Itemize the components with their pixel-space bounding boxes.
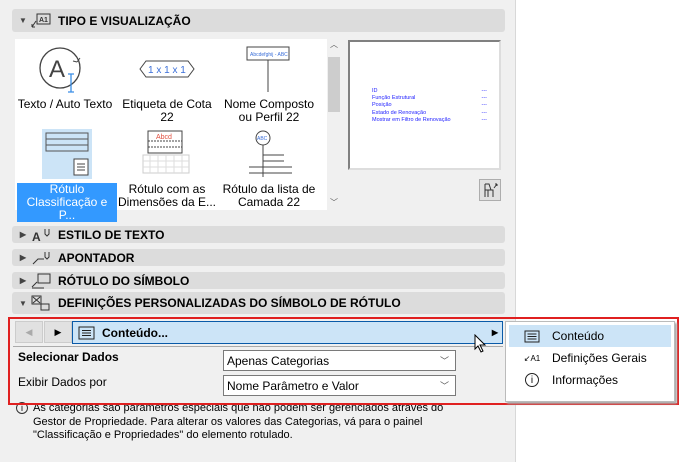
dimensions-label-icon: Abcd — [142, 130, 190, 174]
section-title: DEFINIÇÕES PERSONALIZADAS DO SÍMBOLO DE … — [58, 296, 401, 310]
gallery-item-label: Etiqueta de Cota 22 — [122, 97, 212, 124]
gallery-item-rotulo-dimensoes[interactable]: Abcd Rótulo com as Dimensões da E... — [117, 127, 217, 209]
general-settings-icon: ↙A1 — [523, 353, 541, 363]
section-estilo-header[interactable]: ▶ A ESTILO DE TEXTO — [12, 226, 505, 243]
gallery-item-etiqueta-cota[interactable]: 1 x 1 x 1 Etiqueta de Cota 22 — [117, 42, 217, 124]
label-type-icon: A1 — [31, 13, 51, 27]
composite-name-icon: Abcdefghij - ABC — [246, 46, 290, 92]
text-style-icon: A — [32, 228, 50, 243]
menu-item-informacoes[interactable]: i Informações — [506, 369, 674, 391]
gallery-item-rotulo-classificacao[interactable]: Rótulo Classificação e P... — [17, 127, 117, 222]
gallery-item-label: Texto / Auto Texto — [17, 97, 113, 111]
gallery-scrollbar[interactable]: ︿ ﹀ — [328, 39, 340, 210]
info-icon: i — [518, 373, 546, 387]
section-tipo-header[interactable]: ▼ A1 TIPO E VISUALIZAÇÃO — [12, 9, 505, 32]
expand-triangle-icon: ▼ — [19, 298, 27, 308]
menu-item-label: Informações — [552, 373, 619, 387]
gallery-item-texto[interactable]: A Texto / Auto Texto — [15, 42, 115, 111]
section-title: RÓTULO DO SÍMBOLO — [58, 273, 190, 288]
section-apontador-header[interactable]: ▶ APONTADOR — [12, 249, 505, 266]
section-title: ESTILO DE TEXTO — [58, 227, 165, 242]
layer-list-label-icon: ABC — [249, 130, 292, 177]
list-icon — [518, 330, 546, 343]
collapsed-triangle-icon: ▶ — [19, 276, 27, 285]
page-selector-popup-menu: Conteúdo ↙A1 Definições Gerais i Informa… — [505, 321, 675, 402]
svg-text:A1: A1 — [39, 17, 48, 24]
svg-text:Abcdefghij - ABC: Abcdefghij - ABC — [250, 52, 288, 58]
section-title: TIPO E VISUALIZAÇÃO — [58, 13, 191, 28]
svg-text:ABC: ABC — [257, 136, 268, 142]
label-type-gallery: A Texto / Auto Texto 1 x 1 x 1 Etiqueta … — [15, 39, 327, 222]
dimension-tag-icon: 1 x 1 x 1 — [139, 60, 195, 78]
gallery-item-label: Rótulo Classificação e P... — [17, 183, 117, 222]
menu-item-label: Definições Gerais — [552, 351, 647, 365]
menu-item-conteudo[interactable]: Conteúdo — [509, 325, 671, 347]
scrollbar-thumb[interactable] — [328, 57, 340, 112]
svg-text:A: A — [49, 56, 65, 83]
pointer-icon — [32, 251, 50, 264]
collapsed-triangle-icon: ▶ — [19, 253, 27, 262]
classification-label-icon — [42, 129, 92, 179]
menu-item-definicoes-gerais[interactable]: ↙A1 Definições Gerais — [506, 347, 674, 369]
gallery-item-rotulo-camada[interactable]: ABC Rótulo da lista de Camada 22 — [219, 127, 319, 209]
section-definicoes-header[interactable]: ▼ DEFINIÇÕES PERSONALIZADAS DO SÍMBOLO DE… — [12, 292, 505, 314]
scroll-down-icon[interactable]: ﹀ — [328, 197, 340, 208]
expand-triangle-icon: ▼ — [19, 16, 27, 25]
collapsed-triangle-icon: ▶ — [19, 230, 27, 239]
auto-text-icon: A — [39, 47, 81, 93]
preview-options-button[interactable] — [479, 179, 501, 201]
gallery-item-label: Rótulo com as Dimensões da E... — [117, 182, 217, 209]
gallery-item-label: Rótulo da lista de Camada 22 — [222, 182, 316, 209]
section-rotulo-simbolo-header[interactable]: ▶ RÓTULO DO SÍMBOLO — [12, 272, 505, 289]
svg-text:Abcd: Abcd — [156, 134, 172, 141]
scroll-up-icon[interactable]: ︿ — [328, 39, 340, 50]
info-text: As categorias são parâmetros especiais q… — [33, 402, 444, 441]
info-note: i As categorias são parâmetros especiais… — [16, 402, 460, 443]
menu-item-label: Conteúdo — [552, 329, 605, 343]
gallery-item-nome-composto[interactable]: Abcdefghij - ABC Nome Composto ou Perfil… — [219, 42, 319, 124]
svg-text:1 x 1 x 1: 1 x 1 x 1 — [148, 65, 186, 76]
symbol-label-icon — [31, 273, 51, 288]
svg-text:A: A — [32, 230, 41, 243]
label-preview: ID --- Função Estrutural --- Posição --- Es… — [348, 40, 501, 170]
chair-icon — [484, 183, 498, 197]
gallery-item-label: Nome Composto ou Perfil 22 — [223, 97, 315, 124]
mouse-cursor-icon — [474, 334, 487, 353]
custom-settings-icon — [31, 295, 50, 311]
section-title: APONTADOR — [58, 250, 135, 265]
